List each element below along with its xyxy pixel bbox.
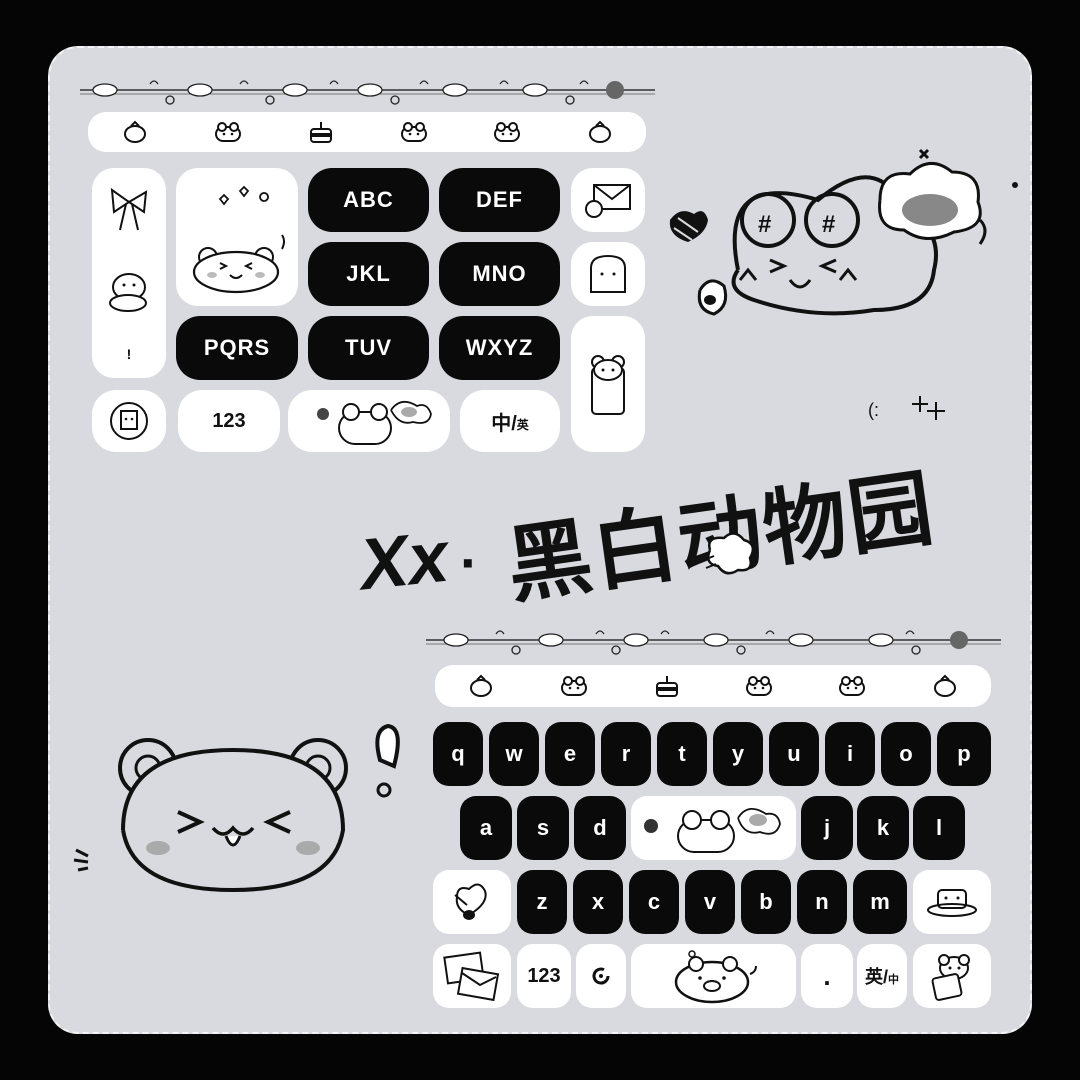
vine-decoration-bottom	[426, 630, 1001, 655]
key-123-bottom[interactable]: 123	[517, 944, 571, 1008]
frog-decoration: # #	[669, 148, 1018, 316]
key-t[interactable]: t	[657, 722, 707, 786]
carrot-icon[interactable]	[582, 118, 618, 146]
delete-key-cake[interactable]	[913, 870, 991, 934]
key-def[interactable]: DEF	[439, 168, 560, 232]
key-a[interactable]: a	[460, 796, 512, 860]
key-pqrs[interactable]: PQRS	[176, 316, 298, 380]
key-z[interactable]: z	[517, 870, 567, 934]
bear-sticker-key[interactable]	[176, 168, 298, 306]
key-r[interactable]: r	[601, 722, 651, 786]
carrot-icon[interactable]	[927, 672, 963, 700]
key-j[interactable]: j	[801, 796, 853, 860]
cake-icon[interactable]	[303, 118, 339, 146]
carrot-icon[interactable]	[463, 672, 499, 700]
key-e[interactable]: e	[545, 722, 595, 786]
toast-key[interactable]	[571, 242, 645, 306]
svg-text:#: #	[822, 211, 835, 238]
toast-bear-icon	[590, 254, 626, 293]
key-l[interactable]: l	[913, 796, 965, 860]
frog-sticker-keys[interactable]	[631, 796, 796, 860]
key-s[interactable]: s	[517, 796, 569, 860]
frog-icon[interactable]	[556, 672, 592, 700]
key-u[interactable]: u	[769, 722, 819, 786]
lang-main-label: 英/	[864, 967, 888, 987]
sparkle-decoration: (:	[868, 396, 945, 420]
key-m[interactable]: m	[853, 870, 907, 934]
key-abc[interactable]: ABC	[308, 168, 429, 232]
bear-cup-icon	[931, 954, 970, 1001]
key-x[interactable]: x	[573, 870, 623, 934]
space-key-pig[interactable]	[631, 944, 796, 1008]
cake-icon[interactable]	[649, 672, 685, 700]
key-b[interactable]: b	[741, 870, 791, 934]
frog-icon[interactable]	[489, 118, 525, 146]
key-d[interactable]: d	[574, 796, 626, 860]
envelope-key-bottom[interactable]	[433, 944, 511, 1008]
title-dot: ·	[460, 531, 479, 594]
t9-toolbar	[88, 112, 646, 152]
key-n[interactable]: n	[797, 870, 847, 934]
svg-text:(:: (:	[868, 400, 879, 420]
left-symbol-column[interactable]: !	[92, 168, 166, 378]
title-prefix: Xx	[356, 516, 453, 606]
frog-icon[interactable]	[834, 672, 870, 700]
key-i[interactable]: i	[825, 722, 875, 786]
notepad-bear-icon	[110, 402, 148, 440]
carrot-icon[interactable]	[117, 118, 153, 146]
key-q[interactable]: q	[433, 722, 483, 786]
envelope-icon	[585, 184, 631, 218]
key-language-toggle-bottom[interactable]: 英/中	[857, 944, 907, 1008]
key-mno[interactable]: MNO	[439, 242, 560, 306]
bow-icon	[110, 187, 148, 230]
lang-sub-label: 中	[888, 974, 899, 986]
key-o[interactable]: o	[881, 722, 931, 786]
envelopes-icon	[443, 951, 500, 1002]
heart-paw-icon	[454, 883, 487, 920]
frog-icon[interactable]	[741, 672, 777, 700]
key-y[interactable]: y	[713, 722, 763, 786]
envelope-key[interactable]	[571, 168, 645, 232]
key-p[interactable]: p	[937, 722, 991, 786]
frog-sticker-icon	[643, 808, 781, 853]
frog-icon[interactable]	[396, 118, 432, 146]
key-123[interactable]: 123	[178, 390, 280, 452]
cake-plate-icon	[927, 889, 977, 917]
svg-text:#: #	[758, 211, 771, 238]
bear-drink-icon	[591, 355, 625, 415]
exclamation-key: !	[126, 346, 132, 363]
left-bottom-key[interactable]	[92, 390, 166, 452]
cat-with-carrot-icon	[109, 272, 147, 312]
emoji-key[interactable]	[576, 944, 626, 1008]
frog-icon[interactable]	[210, 118, 246, 146]
pig-icon	[674, 950, 757, 1004]
key-jkl[interactable]: JKL	[308, 242, 429, 306]
vine-decoration	[80, 80, 655, 105]
return-key-bear[interactable]	[913, 944, 991, 1008]
shift-key-heart[interactable]	[433, 870, 511, 934]
key-c[interactable]: c	[629, 870, 679, 934]
key-k[interactable]: k	[857, 796, 909, 860]
bear-face-icon	[192, 185, 285, 294]
qwerty-toolbar	[435, 665, 991, 707]
key-tuv[interactable]: TUV	[308, 316, 429, 380]
swirl-icon	[592, 967, 610, 985]
key-wxyz[interactable]: WXYZ	[439, 316, 560, 380]
key-w[interactable]: w	[489, 722, 539, 786]
key-v[interactable]: v	[685, 870, 735, 934]
wallpaper-title: Xx · 黑白动物园	[356, 430, 940, 613]
key-period[interactable]: .	[801, 944, 853, 1008]
puff-decoration	[703, 532, 755, 575]
big-bear-decoration	[73, 723, 400, 893]
